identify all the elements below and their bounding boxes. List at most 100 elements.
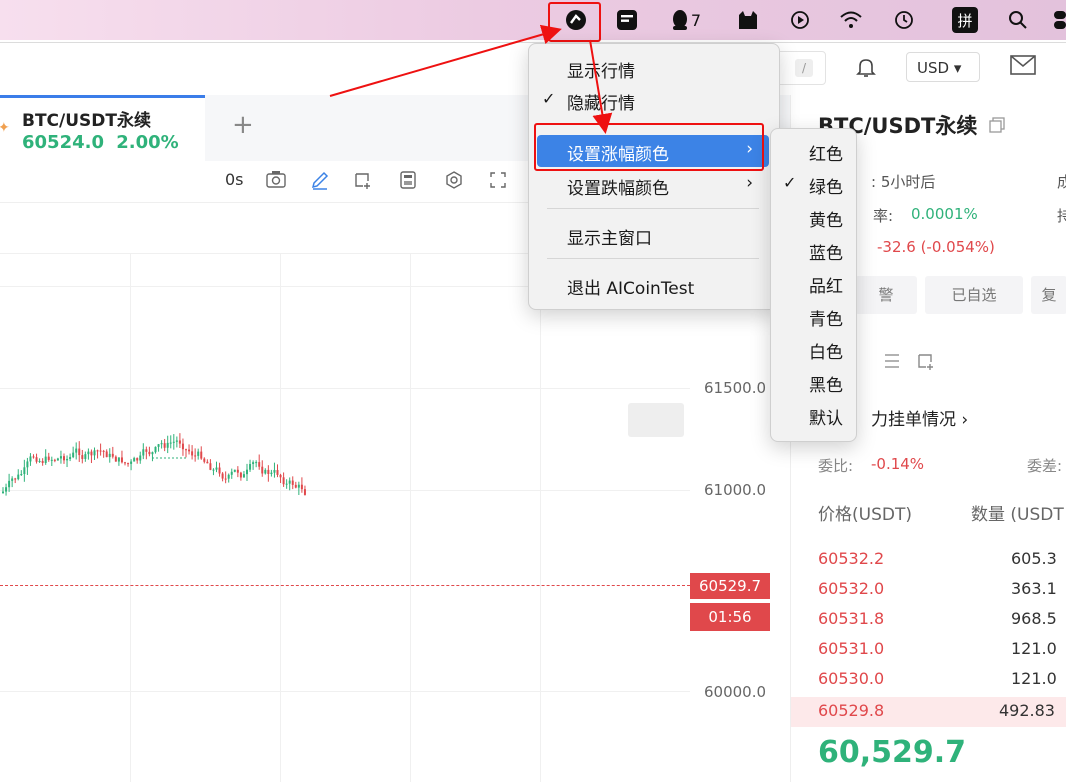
candle-body [23, 467, 26, 475]
notes-icon[interactable] [613, 6, 641, 34]
menu-item-hide-quotes[interactable]: ✓ 隐藏行情 [537, 84, 769, 116]
menu-item-quit[interactable]: 退出 AICoinTest [537, 269, 769, 301]
time-machine-icon[interactable] [890, 6, 918, 34]
orderbook-row[interactable]: 60531.0 121.0 [791, 635, 1066, 665]
submenu-item-green[interactable]: ✓ 绿色 [771, 168, 856, 200]
play-icon[interactable] [786, 6, 814, 34]
menu-item-set-down-color[interactable]: 设置跌幅颜色 › [537, 169, 769, 201]
candle-body [124, 462, 126, 464]
spotlight-search-icon[interactable] [1004, 6, 1032, 34]
mail-icon[interactable] [1010, 55, 1036, 81]
candle-body [252, 462, 255, 465]
orderbook-link[interactable]: 力挂单情况 › [871, 405, 968, 430]
candle-body [181, 443, 184, 450]
candle-body [236, 469, 239, 473]
candle-body [145, 449, 148, 452]
search-shortcut-hint: / [795, 59, 813, 77]
candle-body [56, 458, 59, 461]
ask-price: 60530.0 [818, 669, 885, 688]
submenu-item-label: 蓝色 [809, 244, 843, 264]
candle-body [227, 474, 230, 479]
orderbook-row[interactable]: 60531.8 968.5 [791, 605, 1066, 635]
copy-icon[interactable] [989, 117, 1005, 137]
ask-price: 60529.8 [818, 701, 885, 720]
control-center-icon[interactable] [1052, 6, 1066, 34]
submenu-item-blue[interactable]: 蓝色 [771, 234, 856, 266]
candle-body [32, 456, 35, 458]
add-tab-button[interactable]: + [232, 110, 254, 140]
ratio-label: 委比: [818, 457, 854, 475]
candle-body [267, 469, 270, 474]
candle-body [172, 441, 175, 443]
submenu-item-default[interactable]: 默认 [771, 399, 856, 431]
candle-body [142, 449, 145, 456]
candle-body [139, 455, 142, 461]
list-view-icon[interactable] [883, 353, 901, 373]
tab-price: 60524.0 2.00% [22, 132, 179, 153]
status-bar-menu: 显示行情 ✓ 隐藏行情 设置涨幅颜色 › 设置跌幅颜色 › 显示主窗口 退出 A… [528, 43, 780, 310]
candle-body [2, 491, 4, 493]
add-indicator-icon[interactable] [352, 170, 372, 194]
candle-body [90, 451, 93, 456]
more-button[interactable]: 复 [1031, 276, 1066, 314]
pen-icon[interactable] [310, 170, 330, 194]
add-panel-icon[interactable] [915, 351, 935, 375]
candle-body [63, 456, 65, 461]
candle-body [218, 467, 221, 474]
candle-body [75, 448, 78, 453]
menu-item-show-main-window[interactable]: 显示主窗口 [537, 219, 769, 251]
submenu-item-magenta[interactable]: 品红 [771, 267, 856, 299]
alert-button[interactable]: 警 [855, 276, 917, 314]
menu-item-show-quotes[interactable]: 显示行情 [537, 52, 769, 84]
wifi-icon[interactable] [836, 6, 866, 34]
candle-body [224, 478, 227, 480]
watchlist-button[interactable]: 已自选 [925, 276, 1023, 314]
candles-layer [2, 433, 306, 496]
tab-btc-usdt-perp[interactable]: ✦ BTC/USDT永续 60524.0 2.00% [0, 95, 205, 161]
funding-rate-value: 0.0001% [911, 205, 978, 223]
calculator-icon[interactable] [398, 170, 418, 194]
candle-body [200, 451, 203, 459]
submenu-item-cyan[interactable]: 青色 [771, 300, 856, 332]
submenu-item-yellow[interactable]: 黄色 [771, 201, 856, 233]
orderbook-row-highlight[interactable]: 60529.8 492.83 [791, 697, 1066, 727]
settings-hex-icon[interactable] [444, 170, 464, 194]
candle-countdown: 01:56 [690, 603, 770, 631]
aicoin-status-icon[interactable] [562, 6, 590, 34]
candle-body [215, 467, 218, 470]
y-axis-label: 61000.0 [704, 481, 767, 499]
orderbook-row[interactable]: 60532.0 363.1 [791, 575, 1066, 605]
submenu-item-label: 黄色 [809, 211, 843, 231]
candle-body [108, 453, 111, 458]
menu-separator [547, 208, 759, 209]
orderbook-row[interactable]: 60532.2 605.3 [791, 545, 1066, 575]
menu-item-label: 隐藏行情 [567, 94, 635, 114]
bell-icon[interactable] [855, 56, 877, 83]
fullscreen-icon[interactable] [488, 170, 508, 194]
candle-body [59, 456, 62, 459]
candle-body [197, 451, 200, 456]
interval-selector[interactable]: 0s [225, 170, 244, 189]
candle-body [230, 471, 233, 475]
candle-body [291, 480, 294, 485]
label-cut: 成 [1057, 173, 1066, 191]
candle-body [66, 458, 69, 461]
candle-body [194, 455, 197, 457]
funding-interval: : 5小时后 [871, 173, 936, 191]
submenu-item-white[interactable]: 白色 [771, 333, 856, 365]
orderbook-row[interactable]: 60530.0 121.0 [791, 665, 1066, 695]
candle-body [188, 449, 191, 452]
cat-app-icon[interactable] [734, 6, 762, 34]
ratio-value: -0.14% [871, 455, 925, 473]
camera-icon[interactable] [266, 170, 286, 192]
currency-select[interactable]: USD ▾ [906, 52, 980, 82]
ime-pinyin-icon[interactable]: 拼 [952, 7, 978, 33]
submenu-item-black[interactable]: 黑色 [771, 366, 856, 398]
y-axis-label: 61500.0 [704, 379, 767, 397]
submenu-item-label: 白色 [809, 343, 843, 363]
candle-body [120, 457, 123, 463]
qq-icon[interactable]: 7 [666, 6, 706, 34]
candle-body [297, 484, 300, 488]
submenu-item-red[interactable]: 红色 [771, 135, 856, 167]
color-submenu: 红色 ✓ 绿色 黄色 蓝色 品红 青色 白色 黑色 默认 [770, 128, 857, 442]
